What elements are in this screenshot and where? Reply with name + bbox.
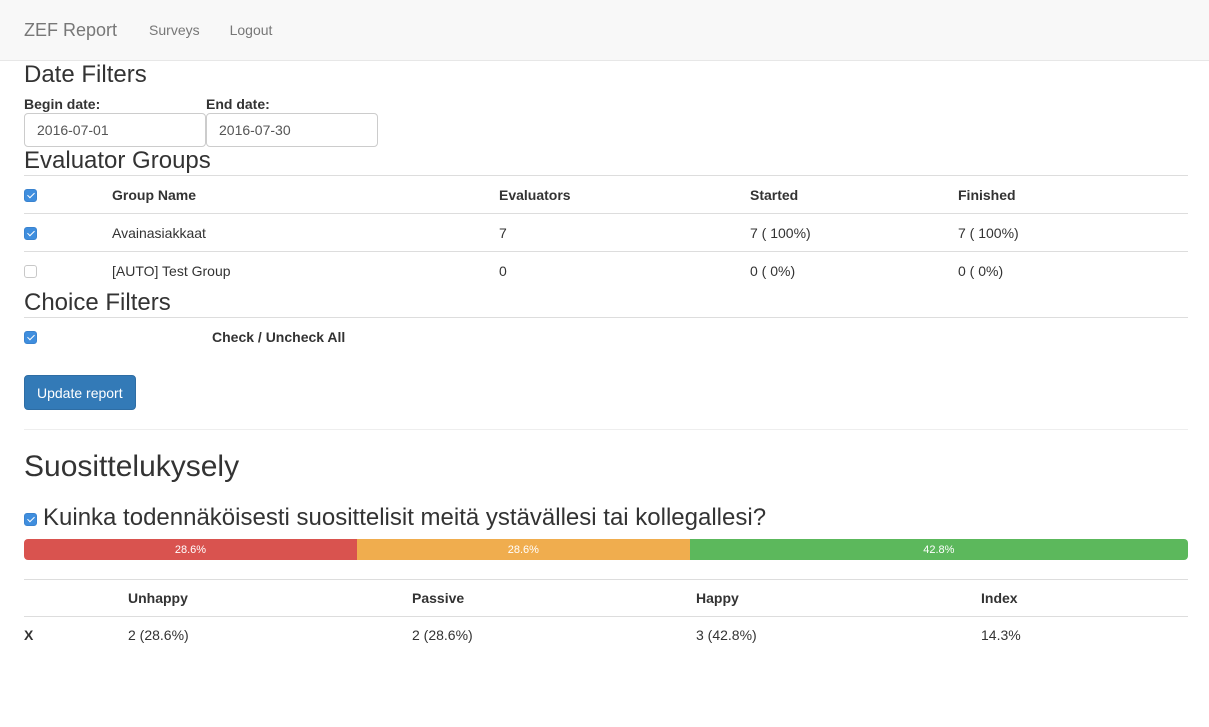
- select-all-groups-checkbox[interactable]: [24, 189, 37, 203]
- evaluator-groups-table: Group Name Evaluators Started Finished A…: [24, 175, 1188, 289]
- group-checkbox[interactable]: [24, 265, 37, 279]
- group-name: [AUTO] Test Group: [112, 251, 499, 289]
- question-checkbox[interactable]: [24, 513, 37, 526]
- bar-passive: 28.6%: [356, 539, 690, 560]
- divider: [24, 429, 1188, 430]
- date-filters: Begin date: End date:: [24, 96, 1188, 147]
- table-row: [AUTO] Test Group 0 0 ( 0%) 0 ( 0%): [24, 251, 1188, 289]
- end-date-input[interactable]: [206, 113, 378, 147]
- value-index: 14.3%: [981, 616, 1188, 653]
- bar-happy: 42.8%: [689, 539, 1188, 560]
- group-name: Avainasiakkaat: [112, 213, 499, 252]
- row-marker: X: [24, 616, 128, 653]
- check-all-checkbox[interactable]: [24, 331, 37, 345]
- end-date-label: End date:: [206, 96, 270, 112]
- table-row: Check / Uncheck All: [24, 317, 1188, 355]
- choice-filters-title: Choice Filters: [24, 289, 171, 316]
- header-group-name: Group Name: [112, 175, 499, 214]
- group-finished: 7 ( 100%): [958, 213, 1188, 252]
- group-evaluators: 0: [499, 251, 750, 289]
- begin-date-input[interactable]: [24, 113, 206, 147]
- nav-link-surveys[interactable]: Surveys: [149, 22, 200, 38]
- header-passive: Passive: [412, 579, 696, 617]
- navbar: ZEF Report Surveys Logout: [0, 0, 1209, 61]
- header-started: Started: [750, 175, 958, 214]
- date-filters-title: Date Filters: [24, 61, 147, 88]
- main-content: Date Filters Begin date: End date: Evalu…: [0, 61, 1209, 653]
- group-started: 0 ( 0%): [750, 251, 958, 289]
- evaluator-groups-title: Evaluator Groups: [24, 147, 211, 174]
- value-unhappy: 2 (28.6%): [128, 616, 412, 653]
- begin-date-group: Begin date:: [24, 96, 206, 147]
- results-table: Unhappy Passive Happy Index X 2 (28.6%) …: [24, 579, 1188, 653]
- question-heading: Kuinka todennäköisesti suosittelisit mei…: [24, 504, 1188, 532]
- header-unhappy: Unhappy: [128, 579, 412, 617]
- group-evaluators: 7: [499, 213, 750, 252]
- choice-filters-table: Check / Uncheck All: [24, 317, 1188, 355]
- question-text: Kuinka todennäköisesti suosittelisit mei…: [43, 504, 767, 531]
- table-row: X 2 (28.6%) 2 (28.6%) 3 (42.8%) 14.3%: [24, 616, 1188, 653]
- group-started: 7 ( 100%): [750, 213, 958, 252]
- group-finished: 0 ( 0%): [958, 251, 1188, 289]
- report-title: Suosittelukysely: [24, 450, 240, 483]
- header-index: Index: [981, 579, 1188, 617]
- begin-date-label: Begin date:: [24, 96, 101, 112]
- value-passive: 2 (28.6%): [412, 616, 696, 653]
- end-date-group: End date:: [206, 96, 378, 147]
- header-evaluators: Evaluators: [499, 175, 750, 214]
- group-checkbox[interactable]: [24, 227, 37, 241]
- check-uncheck-all-label: Check / Uncheck All: [212, 317, 1188, 355]
- nav-link-logout[interactable]: Logout: [230, 22, 273, 38]
- table-header-row: Group Name Evaluators Started Finished: [24, 175, 1188, 214]
- header-finished: Finished: [958, 175, 1188, 214]
- header-happy: Happy: [696, 579, 981, 617]
- table-header-row: Unhappy Passive Happy Index: [24, 579, 1188, 617]
- bar-unhappy: 28.6%: [24, 539, 357, 560]
- brand-link[interactable]: ZEF Report: [24, 20, 117, 41]
- distribution-bar: 28.6% 28.6% 42.8%: [24, 539, 1188, 560]
- update-report-button[interactable]: Update report: [24, 375, 136, 410]
- value-happy: 3 (42.8%): [696, 616, 981, 653]
- table-row: Avainasiakkaat 7 7 ( 100%) 7 ( 100%): [24, 213, 1188, 252]
